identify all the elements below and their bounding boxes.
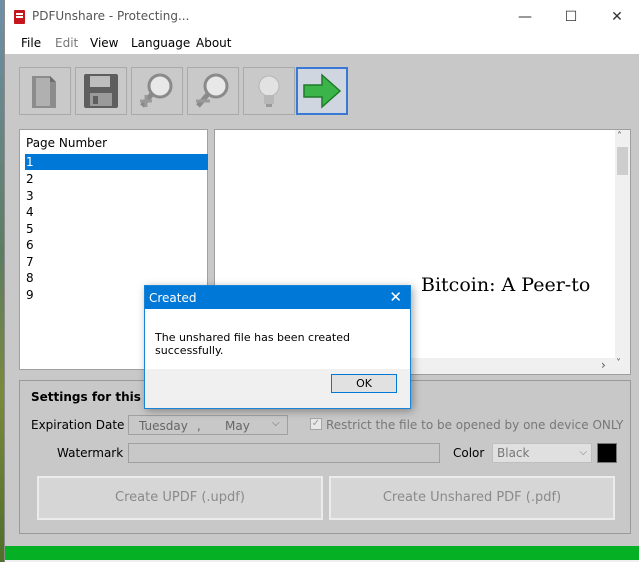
menu-bar: File Edit View Language About (5, 34, 639, 54)
restrict-device-label: Restrict the file to be opened by one de… (326, 418, 624, 432)
date-separator: , (197, 419, 201, 433)
document-title-text: Bitcoin: A Peer-to (421, 274, 591, 296)
minimize-button[interactable]: — (502, 0, 548, 34)
created-dialog: Created ✕ The unshared file has been cre… (144, 285, 411, 409)
open-button[interactable] (19, 67, 71, 115)
menu-edit[interactable]: Edit (55, 36, 78, 50)
zoom-out-button[interactable] (187, 67, 239, 115)
chevron-down-icon: ⌵ (272, 418, 280, 429)
zoom-in-icon (140, 73, 173, 108)
progress-bar (5, 546, 639, 560)
color-label: Color (453, 446, 485, 460)
dialog-title-bar: Created ✕ (145, 286, 410, 309)
page-item[interactable]: 6 (25, 237, 208, 253)
app-window: PDFUnshare - Protecting... — ☐ ✕ File Ed… (4, 0, 639, 562)
vertical-scrollbar[interactable]: ˄ (615, 130, 630, 358)
page-list-header: Page Number (26, 136, 108, 150)
color-select-value: Black (497, 446, 530, 460)
expiration-date-label: Expiration Date (31, 418, 125, 432)
date-day: Tuesday (139, 419, 188, 433)
menu-about[interactable]: About (196, 36, 231, 50)
date-month: May (225, 419, 250, 433)
close-button[interactable]: ✕ (594, 0, 639, 34)
expiration-date-picker[interactable]: Tuesday , May ⌵ (128, 415, 288, 435)
toolbar (5, 54, 639, 126)
page-item[interactable]: 3 (25, 188, 208, 204)
dialog-message: The unshared file has been created succe… (155, 331, 350, 357)
zoom-in-button[interactable] (131, 67, 183, 115)
lightbulb-icon (258, 75, 280, 107)
page-item[interactable]: 5 (25, 221, 208, 237)
page-item[interactable]: 4 (25, 204, 208, 220)
create-unshared-pdf-button[interactable]: Create Unshared PDF (.pdf) (329, 476, 615, 520)
scroll-up-icon[interactable]: ˄ (617, 131, 622, 142)
maximize-button[interactable]: ☐ (548, 0, 594, 34)
save-icon (84, 74, 118, 108)
restrict-device-checkbox[interactable]: ✓ (310, 418, 322, 430)
scroll-down-icon[interactable]: ˅ (616, 358, 621, 369)
scroll-right-icon[interactable]: › (601, 358, 606, 372)
hint-button[interactable] (243, 67, 295, 115)
create-button[interactable] (296, 67, 348, 115)
window-title: PDFUnshare - Protecting... (32, 9, 190, 23)
ok-button[interactable]: OK (331, 374, 397, 393)
watermark-input[interactable] (128, 443, 440, 463)
page-item[interactable]: 8 (25, 270, 208, 286)
green-arrow-icon (303, 73, 342, 109)
create-updf-button[interactable]: Create UPDF (.updf) (37, 476, 323, 520)
watermark-label: Watermark (57, 446, 124, 460)
page-item[interactable]: 7 (25, 254, 208, 270)
page-item[interactable]: 2 (25, 171, 208, 187)
dialog-title: Created (149, 291, 197, 305)
color-select[interactable]: Black ⌵ (492, 443, 592, 463)
menu-view[interactable]: View (90, 36, 118, 50)
vertical-scroll-thumb[interactable] (617, 147, 628, 175)
zoom-out-icon (196, 73, 229, 108)
dialog-body: The unshared file has been created succe… (145, 309, 410, 369)
page-item[interactable]: 1 (25, 154, 208, 170)
color-swatch[interactable] (597, 443, 617, 463)
save-button[interactable] (75, 67, 127, 115)
title-bar: PDFUnshare - Protecting... — ☐ ✕ (5, 0, 639, 34)
menu-language[interactable]: Language (131, 36, 190, 50)
open-document-icon (32, 76, 56, 108)
chevron-down-icon: ⌵ (579, 447, 587, 458)
menu-file[interactable]: File (21, 36, 41, 50)
dialog-close-button[interactable]: ✕ (389, 288, 402, 306)
pdfunshare-app-icon (14, 10, 25, 24)
